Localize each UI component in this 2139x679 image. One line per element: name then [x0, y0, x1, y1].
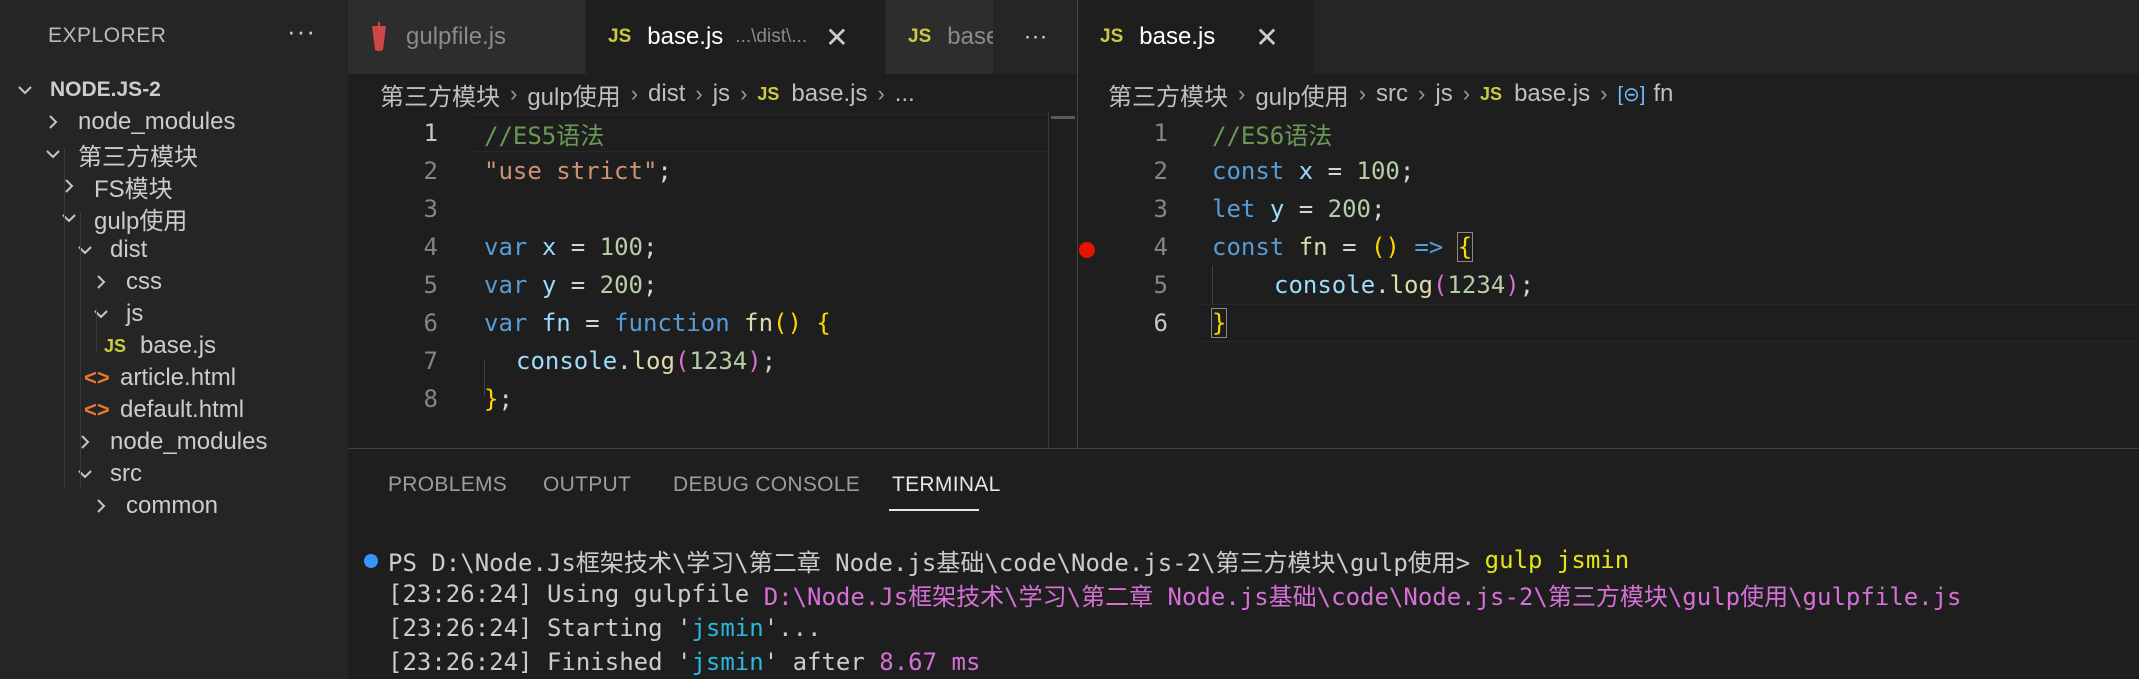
- tab-debug-console[interactable]: DEBUG CONSOLE: [673, 473, 860, 497]
- code-line: 8};: [423, 385, 513, 413]
- indent-guide: [80, 212, 81, 488]
- js-file-icon: JS: [104, 335, 127, 356]
- terminal-prompt: PS D:\Node.Js框架技术\学习\第二章 Node.js基础\code\…: [388, 548, 1485, 577]
- right-breadcrumb: 第三方模块 › gulp使用 › src › js › JS base.js › [⊝] …: [1108, 74, 1673, 114]
- explorer-sidebar: EXPLORER ··· NODE.JS-2 node_modules 第三方模块 F…: [0, 0, 348, 679]
- terminal-command: gulp jsmin: [1484, 546, 1630, 574]
- code-line: 1//ES5语法: [423, 119, 605, 150]
- breadcrumb-item[interactable]: 第三方模块: [1108, 77, 1228, 112]
- tab-base-js-src[interactable]: JS base.js: [886, 0, 994, 74]
- breadcrumb-item[interactable]: js: [713, 80, 730, 108]
- terminal-line: [23:26:24] Using gulpfile D:\Node.Js框架技术…: [388, 577, 1962, 611]
- tab-label: base.js: [647, 23, 724, 50]
- right-tab-bar: JS base.js ✕: [1078, 0, 2139, 74]
- tab-gulpfile[interactable]: gulpfile.js: [348, 0, 586, 74]
- chevron-down-icon[interactable]: [74, 239, 96, 261]
- tab-terminal[interactable]: TERMINAL: [892, 473, 1001, 497]
- tab-base-js-src-active[interactable]: JS base.js ✕: [1078, 0, 1314, 74]
- breadcrumb-item[interactable]: dist: [648, 80, 685, 108]
- left-breadcrumb: 第三方模块 › gulp使用 › dist › js › JS base.js › ...: [380, 74, 915, 114]
- close-icon[interactable]: ✕: [825, 21, 848, 54]
- active-tab-indicator: [889, 509, 979, 511]
- code-line: 4 var x = 100;: [423, 233, 658, 261]
- chevron-down-icon[interactable]: [42, 143, 64, 165]
- close-icon[interactable]: ✕: [1255, 21, 1278, 54]
- terminal-line: [23:26:24] Finished ' jsmin ' after 8.67 m…: [388, 648, 981, 676]
- right-code-editor[interactable]: 1//ES6语法 2 const x = 100; 3 let y = 200; 4…: [1078, 114, 2139, 448]
- tab-base-js-dist[interactable]: JS base.js ...\dist\... ✕: [586, 0, 886, 74]
- explorer-header: EXPLORER ···: [0, 0, 348, 74]
- chevron-down-icon[interactable]: [58, 207, 80, 229]
- chevron-down-icon[interactable]: [74, 463, 96, 485]
- tab-label: base.js: [947, 23, 993, 50]
- chevron-right-icon[interactable]: [90, 271, 112, 293]
- tab-output[interactable]: OUTPUT: [543, 473, 631, 497]
- tab-overflow-more-icon[interactable]: ···: [994, 0, 1078, 74]
- breadcrumb-item[interactable]: js: [1435, 80, 1452, 108]
- js-file-icon: JS: [757, 83, 780, 104]
- explorer-more-actions-icon[interactable]: ···: [287, 16, 316, 47]
- code-line: 6}: [1153, 308, 1228, 338]
- chevron-down-icon[interactable]: [14, 79, 36, 101]
- code-line: 1//ES6语法: [1153, 119, 1333, 150]
- code-line: 6 var fn = function fn() {: [423, 309, 831, 337]
- gulpfile-path: D:\Node.Js框架技术\学习\第二章 Node.js基础\code\Nod…: [763, 582, 1962, 611]
- breadcrumb-item[interactable]: gulp使用: [527, 77, 620, 112]
- chevron-right-icon[interactable]: [58, 175, 80, 197]
- js-file-icon: JS: [608, 26, 632, 47]
- chevron-down-icon[interactable]: [90, 303, 112, 325]
- tab-description: ...\dist\...: [735, 26, 808, 47]
- tree-item-common[interactable]: common: [0, 484, 348, 528]
- indent-guide: [96, 308, 97, 352]
- breadcrumb-more[interactable]: ...: [895, 80, 915, 108]
- command-decoration-icon[interactable]: [364, 554, 378, 568]
- terminal-line: PS D:\Node.Js框架技术\学习\第二章 Node.js基础\code\…: [388, 543, 1629, 577]
- code-line: 2 const x = 100;: [1153, 157, 1415, 185]
- breadcrumb-item[interactable]: 第三方模块: [380, 77, 500, 112]
- breadcrumb-item[interactable]: gulp使用: [1255, 77, 1348, 112]
- left-editor-scrollbar[interactable]: [1048, 112, 1078, 448]
- breakpoint-icon[interactable]: [1079, 242, 1095, 258]
- variable-symbol-icon: [⊝]: [1617, 83, 1646, 106]
- breadcrumb-symbol[interactable]: fn: [1653, 80, 1673, 108]
- chevron-right-icon[interactable]: [74, 431, 96, 453]
- explorer-title: EXPLORER: [48, 24, 167, 47]
- left-tab-bar: gulpfile.js JS base.js ...\dist\... ✕ JS…: [348, 0, 1078, 74]
- tree-item-label: common: [126, 492, 219, 519]
- js-file-icon: JS: [908, 26, 932, 47]
- tree-item-label: NODE.JS-2: [50, 78, 161, 101]
- left-code-editor[interactable]: 1//ES5语法 2 "use strict"; 3 4 var x = 100; …: [348, 114, 1048, 448]
- code-line: 5 console.log(1234);: [1153, 271, 1535, 299]
- code-line: 2 "use strict";: [423, 157, 672, 185]
- gulp-icon: [372, 22, 386, 51]
- breadcrumb-item[interactable]: src: [1376, 80, 1408, 108]
- code-line: 5 var y = 200;: [423, 271, 658, 299]
- tab-label: gulpfile.js: [406, 23, 507, 50]
- bottom-panel: PROBLEMS OUTPUT DEBUG CONSOLE TERMINAL P…: [348, 448, 2139, 679]
- breadcrumb-file[interactable]: base.js: [791, 80, 867, 108]
- code-line: 7 console.log(1234);: [423, 347, 777, 375]
- breadcrumb-file[interactable]: base.js: [1514, 80, 1590, 108]
- terminal-line: [23:26:24] Starting ' jsmin '...: [388, 614, 822, 642]
- chevron-right-icon[interactable]: [42, 111, 64, 133]
- js-file-icon: JS: [1480, 83, 1503, 104]
- code-line: 3: [423, 195, 438, 223]
- tab-label: base.js: [1139, 23, 1216, 50]
- code-line: 3 let y = 200;: [1153, 195, 1386, 223]
- tab-problems[interactable]: PROBLEMS: [388, 473, 507, 497]
- indent-guide: [64, 148, 65, 488]
- chevron-right-icon[interactable]: [90, 495, 112, 517]
- js-file-icon: JS: [1100, 26, 1124, 47]
